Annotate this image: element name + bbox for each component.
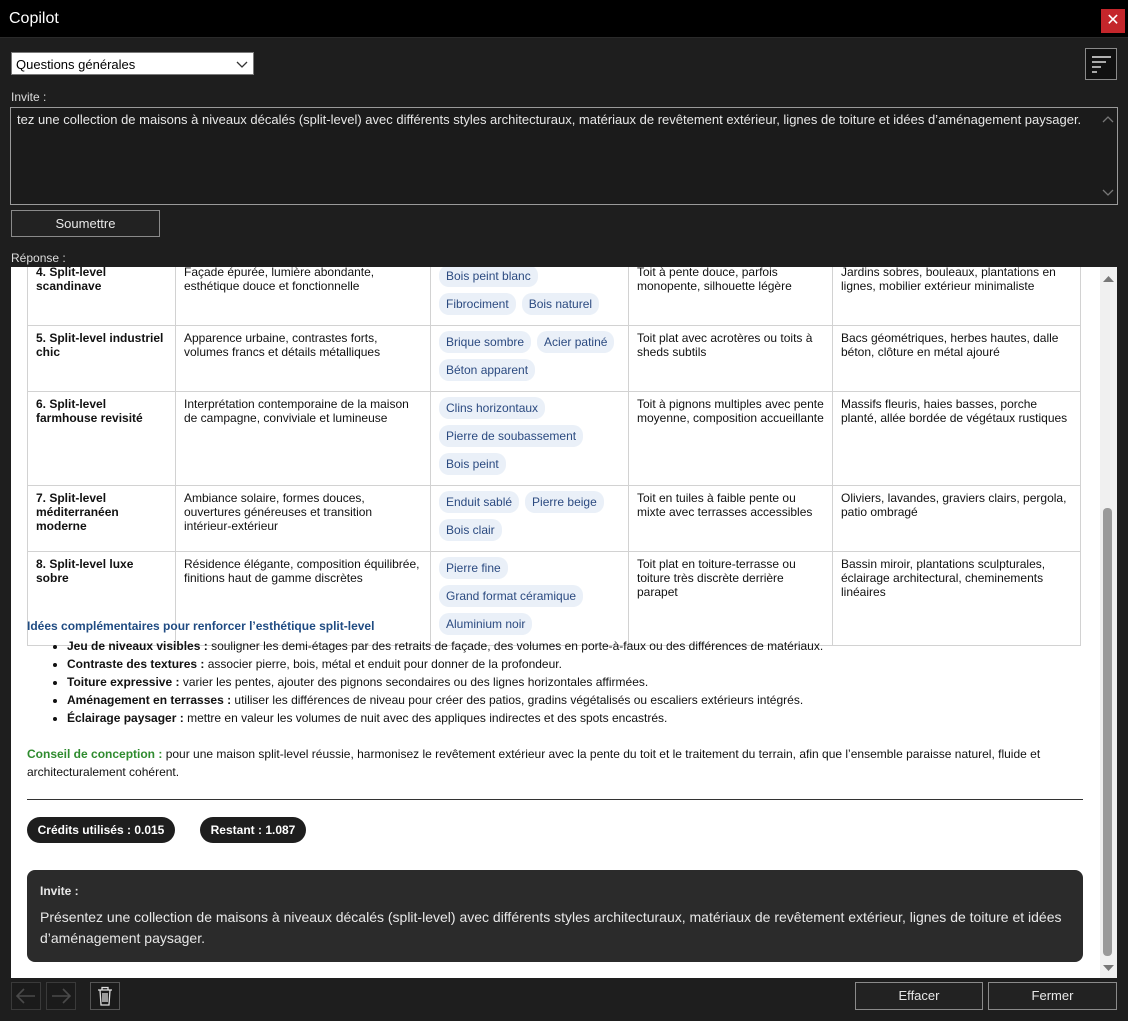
prompt-input-text: tez une collection de maisons à niveaux …	[17, 112, 1082, 127]
submit-button[interactable]: Soumettre	[11, 210, 160, 237]
material-tag: Pierre de soubassement	[439, 425, 584, 447]
forward-button[interactable]	[46, 982, 76, 1010]
material-tag: Pierre beige	[525, 491, 604, 513]
description-cell: Façade épurée, lumière abondante, esthét…	[175, 267, 431, 326]
mode-dropdown-value: Questions générales	[16, 57, 136, 72]
prompt-label: Invite :	[11, 90, 47, 104]
response-pane[interactable]: 4. Split-level scandinave Façade épurée, …	[11, 267, 1117, 978]
clear-button[interactable]: Effacer	[855, 982, 983, 1010]
description-cell: Ambiance solaire, formes douces, ouvertu…	[175, 485, 431, 552]
idea-title: Contraste des textures :	[67, 657, 205, 671]
prompt-echo-card: Invite : Présentez une collection de mai…	[27, 870, 1083, 962]
materials-cell: Bois peint blanc Fibrociment Bois naturel	[430, 267, 629, 326]
table-row: 5. Split-level industriel chic Apparence …	[27, 325, 1081, 392]
title-bar	[0, 0, 1128, 38]
idea-text: associer pierre, bois, métal et enduit p…	[204, 657, 562, 671]
landscape-cell: Massifs fleuris, haies basses, porche pl…	[832, 391, 1081, 486]
roof-cell: Toit plat en toiture-terrasse ou toiture…	[628, 551, 833, 646]
material-tag: Brique sombre	[439, 331, 532, 353]
idea-title: Toiture expressive :	[67, 675, 180, 689]
roof-cell: Toit en tuiles à faible pente ou mixte a…	[628, 485, 833, 552]
prompt-scrollbar[interactable]	[1099, 108, 1117, 204]
idea-text: utiliser les différences de niveau pour …	[231, 693, 804, 707]
scroll-down-arrow-icon[interactable]	[1099, 186, 1117, 200]
sort-lines-icon	[1092, 56, 1111, 73]
style-name-cell: 6. Split-level farmhouse revisité	[27, 391, 176, 486]
ideas-list: Jeu de niveaux visibles : souligner les …	[27, 637, 823, 727]
idea-text: varier les pentes, ajouter des pignons s…	[179, 675, 649, 689]
idea-item: Toiture expressive : varier les pentes, …	[67, 673, 823, 691]
idea-item: Contraste des textures : associer pierre…	[67, 655, 823, 673]
description-cell: Interprétation contemporaine de la maiso…	[175, 391, 431, 486]
idea-text: mettre en valeur les volumes de nuit ave…	[183, 711, 668, 725]
credits-used-badge: Crédits utilisés : 0.015	[27, 817, 175, 843]
back-button[interactable]	[11, 982, 41, 1010]
window-title: Copilot	[9, 10, 59, 27]
idea-title: Aménagement en terrasses :	[67, 693, 232, 707]
material-tag: Bois peint	[439, 453, 506, 475]
idea-title: Jeu de niveaux visibles :	[67, 639, 208, 653]
material-tag: Aluminium noir	[439, 613, 533, 635]
idea-item: Aménagement en terrasses : utiliser les …	[67, 691, 823, 709]
response-scroll-thumb[interactable]	[1103, 508, 1112, 956]
chevron-down-icon	[236, 54, 248, 81]
material-tag: Bois naturel	[521, 293, 600, 315]
divider	[27, 799, 1083, 800]
idea-item: Éclairage paysager : mettre en valeur le…	[67, 709, 823, 727]
sort-options-button[interactable]	[1085, 48, 1117, 80]
idea-text: souligner les demi-étages par des retrai…	[207, 639, 824, 653]
prompt-echo-label: Invite :	[40, 884, 79, 898]
material-tag: Clins horizontaux	[439, 397, 546, 419]
materials-cell: Clins horizontaux Pierre de soubassement B…	[430, 391, 629, 486]
close-button[interactable]: Fermer	[988, 982, 1117, 1010]
material-tag: Bois clair	[439, 519, 502, 541]
style-name-cell: 7. Split-level méditerranéen moderne	[27, 485, 176, 552]
close-window-button[interactable]: ✕	[1101, 9, 1125, 33]
landscape-cell: Bacs géométriques, herbes hautes, dalle …	[832, 325, 1081, 392]
idea-item: Jeu de niveaux visibles : souligner les …	[67, 637, 823, 655]
material-tag: Grand format céramique	[439, 585, 584, 607]
table-row: 4. Split-level scandinave Façade épurée, …	[27, 267, 1081, 326]
landscape-cell: Bassin miroir, plantations sculpturales,…	[832, 551, 1081, 646]
materials-cell: Pierre fine Grand format céramique Alumini…	[430, 551, 629, 646]
description-cell: Apparence urbaine, contrastes forts, vol…	[175, 325, 431, 392]
material-tag: Béton apparent	[439, 359, 536, 381]
ideas-title: Idées complémentaires pour renforcer l’e…	[27, 619, 375, 633]
response-label: Réponse :	[11, 251, 66, 265]
advice-text: pour une maison split-level réussie, har…	[27, 747, 1041, 779]
landscape-cell: Jardins sobres, bouleaux, plantations en…	[832, 267, 1081, 326]
trash-icon	[98, 986, 112, 1006]
style-name-cell: 4. Split-level scandinave	[27, 267, 176, 326]
scroll-up-arrow-icon[interactable]	[1100, 272, 1117, 286]
arrow-left-icon	[15, 988, 35, 1004]
material-tag: Acier patiné	[537, 331, 615, 353]
table-row: 6. Split-level farmhouse revisité Interpr…	[27, 391, 1081, 486]
arrow-right-icon	[52, 988, 72, 1004]
materials-cell: Brique sombre Acier patiné Béton apparent	[430, 325, 629, 392]
landscape-cell: Oliviers, lavandes, graviers clairs, per…	[832, 485, 1081, 552]
material-tag: Pierre fine	[439, 557, 508, 579]
credits-remaining-badge: Restant : 1.087	[200, 817, 306, 843]
idea-title: Éclairage paysager :	[67, 711, 184, 725]
material-tag: Bois peint blanc	[439, 267, 538, 287]
material-tag: Enduit sablé	[439, 491, 520, 513]
roof-cell: Toit à pente douce, parfois monopente, s…	[628, 267, 833, 326]
scroll-down-arrow-icon[interactable]	[1100, 961, 1117, 975]
roof-cell: Toit à pignons multiples avec pente moye…	[628, 391, 833, 486]
advice-label: Conseil de conception :	[27, 747, 163, 761]
styles-table: 4. Split-level scandinave Façade épurée, …	[27, 267, 1081, 646]
delete-history-button[interactable]	[90, 982, 120, 1010]
roof-cell: Toit plat avec acrotères ou toits à shed…	[628, 325, 833, 392]
design-advice: Conseil de conception : pour une maison …	[27, 745, 1057, 781]
scroll-up-arrow-icon[interactable]	[1099, 112, 1117, 126]
materials-cell: Enduit sablé Pierre beige Bois clair	[430, 485, 629, 552]
table-row: 7. Split-level méditerranéen moderne Ambi…	[27, 485, 1081, 552]
mode-dropdown[interactable]: Questions générales	[11, 52, 254, 75]
style-name-cell: 5. Split-level industriel chic	[27, 325, 176, 392]
material-tag: Fibrociment	[439, 293, 516, 315]
prompt-input[interactable]: tez une collection de maisons à niveaux …	[10, 107, 1118, 205]
prompt-echo-text: Présentez une collection de maisons à ni…	[40, 909, 1062, 946]
